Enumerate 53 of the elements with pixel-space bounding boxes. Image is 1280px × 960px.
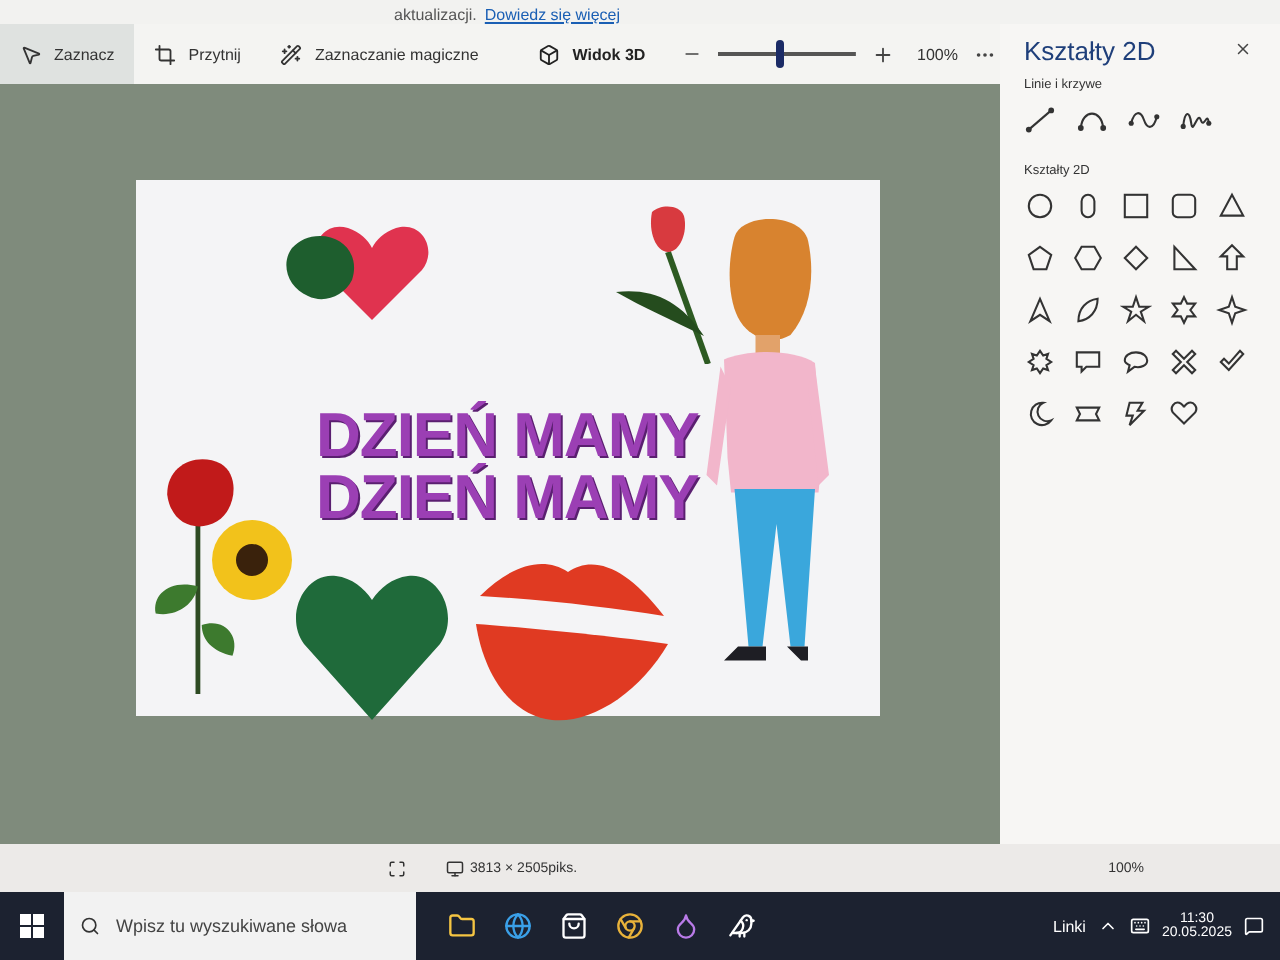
update-notice: aktualizacji. [394,6,477,24]
burst-icon[interactable] [1024,346,1056,378]
heart-icon[interactable] [1168,398,1200,430]
right-triangle-icon[interactable] [1168,242,1200,274]
chrome-icon[interactable] [612,908,648,944]
canvas-size-icon [446,859,464,877]
learn-more-link[interactable]: Dowiedz się więcej [484,6,620,24]
view-3d-toggle[interactable]: Widok 3D [526,24,658,84]
fit-icon[interactable] [388,859,406,877]
oval-bubble-icon[interactable] [1120,346,1152,378]
star-icon[interactable] [1120,294,1152,326]
taskbar-search-field[interactable]: Wpisz tu wyszukiwane słowa [64,892,416,960]
lightning-icon[interactable] [1120,398,1152,430]
tool-button[interactable]: Zaznaczanie magiczne [260,24,499,84]
arrow-up-icon[interactable] [1216,242,1248,274]
leaf-icon[interactable] [1072,294,1104,326]
zoom-reading: 100% [917,45,958,63]
canvas[interactable]: DZIEŃ MAMY DZIEŃ MAMY [136,180,880,716]
six-point-star-icon[interactable] [1168,294,1200,326]
leaf-drawing [280,232,360,304]
moon-icon[interactable] [1024,398,1056,430]
panel-title: Kształty 2D [1024,36,1156,66]
keyboard-icon[interactable] [1129,916,1150,936]
crop-icon [154,43,177,65]
tool-button[interactable]: Przytnij [134,24,261,84]
windows-logo-icon [20,914,44,938]
cross-icon[interactable] [1168,346,1200,378]
card-heading: DZIEŃ MAMY [316,466,699,528]
wand-icon [280,43,303,65]
hexagon-icon[interactable] [1072,242,1104,274]
diamond-icon[interactable] [1120,242,1152,274]
line-icon[interactable] [1024,104,1056,136]
pentagon-icon[interactable] [1024,242,1056,274]
rounded-square-icon[interactable] [1168,190,1200,222]
speech-bubble-icon[interactable] [1072,346,1104,378]
sunflower-drawing [208,516,296,604]
four-point-star-icon[interactable] [1216,294,1248,326]
links-label[interactable]: Linki [1053,917,1086,935]
pointer-icon [20,43,42,65]
search-icon [80,916,100,936]
arrowhead-icon[interactable] [1024,294,1056,326]
zoom-slider-thumb[interactable] [775,40,784,68]
circle-icon[interactable] [1024,190,1056,222]
globe-icon[interactable] [500,908,536,944]
cube-icon [538,43,561,65]
plus-icon [871,43,894,65]
notifications-icon[interactable] [1244,916,1264,936]
bird-icon[interactable] [724,908,760,944]
shopping-bag-icon[interactable] [556,908,592,944]
square-icon[interactable] [1120,190,1152,222]
card-heading: DZIEŃ MAMY [316,404,699,466]
tool-button[interactable]: Zaznacz [0,24,135,84]
triangle-icon[interactable] [1216,190,1248,222]
